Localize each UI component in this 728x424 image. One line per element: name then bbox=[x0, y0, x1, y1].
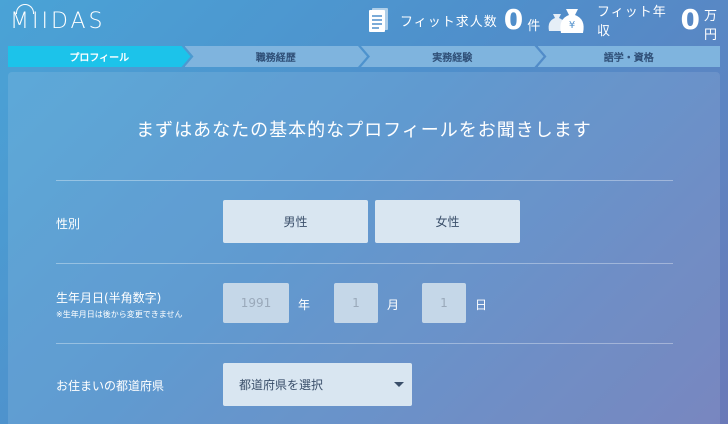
birthdate-label: 生年月日(半角数字) bbox=[56, 291, 162, 305]
logo-arc-icon bbox=[16, 4, 34, 14]
step-profile[interactable]: プロフィール bbox=[8, 46, 191, 67]
divider bbox=[56, 263, 673, 264]
step-career[interactable]: 職務経歴 bbox=[185, 46, 368, 67]
fit-jobs-label: フィット求人数 bbox=[400, 14, 498, 30]
profile-form-panel: まずはあなたの基本的なプロフィールをお聞きします 性別 男性 女性 生年月日(半… bbox=[8, 72, 720, 424]
step-label: 語学・資格 bbox=[603, 53, 654, 64]
gender-label: 性別 bbox=[56, 217, 81, 231]
page-title: まずはあなたの基本的なプロフィールをお聞きします bbox=[136, 120, 592, 141]
birthdate-note: ※生年月日は後から変更できません bbox=[56, 310, 183, 319]
year-unit: 年 bbox=[298, 298, 311, 312]
money-bag-icon: ¥ bbox=[545, 5, 589, 35]
divider bbox=[56, 343, 673, 344]
document-icon bbox=[366, 6, 392, 34]
divider bbox=[56, 180, 673, 181]
svg-text:¥: ¥ bbox=[569, 20, 575, 31]
day-unit: 日 bbox=[475, 298, 488, 312]
fit-jobs-unit: 件 bbox=[527, 18, 541, 34]
fit-jobs-value: 0 bbox=[503, 3, 524, 36]
step-label: 職務経歴 bbox=[255, 53, 296, 64]
step-label: 実務経験 bbox=[432, 53, 473, 64]
fit-salary-label: フィット年収 bbox=[597, 5, 667, 39]
chevron-down-icon bbox=[394, 382, 404, 387]
step-experience[interactable]: 実務経験 bbox=[361, 46, 544, 67]
birth-month-input[interactable]: 1 bbox=[334, 283, 378, 323]
step-language-qualifications[interactable]: 語学・資格 bbox=[537, 46, 720, 67]
prefecture-select[interactable]: 都道府県を選択 bbox=[223, 363, 412, 406]
header: MIIDAS フィット求人数 0 件 ¥ フィット年収 0 万円 bbox=[0, 0, 728, 44]
fit-jobs-count: フィット求人数 0 件 bbox=[366, 4, 540, 36]
birth-year-input[interactable]: 1991 bbox=[223, 283, 289, 323]
fit-salary-value: 0 bbox=[680, 3, 700, 36]
birth-day-input[interactable]: 1 bbox=[422, 283, 466, 323]
step-label: プロフィール bbox=[69, 53, 130, 64]
gender-male-button[interactable]: 男性 bbox=[223, 200, 368, 243]
step-progress-bar: プロフィール 職務経歴 実務経験 語学・資格 bbox=[8, 46, 720, 67]
miidas-logo[interactable]: MIIDAS bbox=[10, 4, 106, 34]
fit-salary: ¥ フィット年収 0 万円 bbox=[545, 3, 728, 43]
prefecture-select-value: 都道府県を選択 bbox=[239, 378, 324, 392]
fit-salary-unit: 万円 bbox=[703, 9, 717, 43]
prefecture-label: お住まいの都道府県 bbox=[56, 379, 165, 393]
month-unit: 月 bbox=[387, 298, 400, 312]
gender-female-button[interactable]: 女性 bbox=[375, 200, 520, 243]
